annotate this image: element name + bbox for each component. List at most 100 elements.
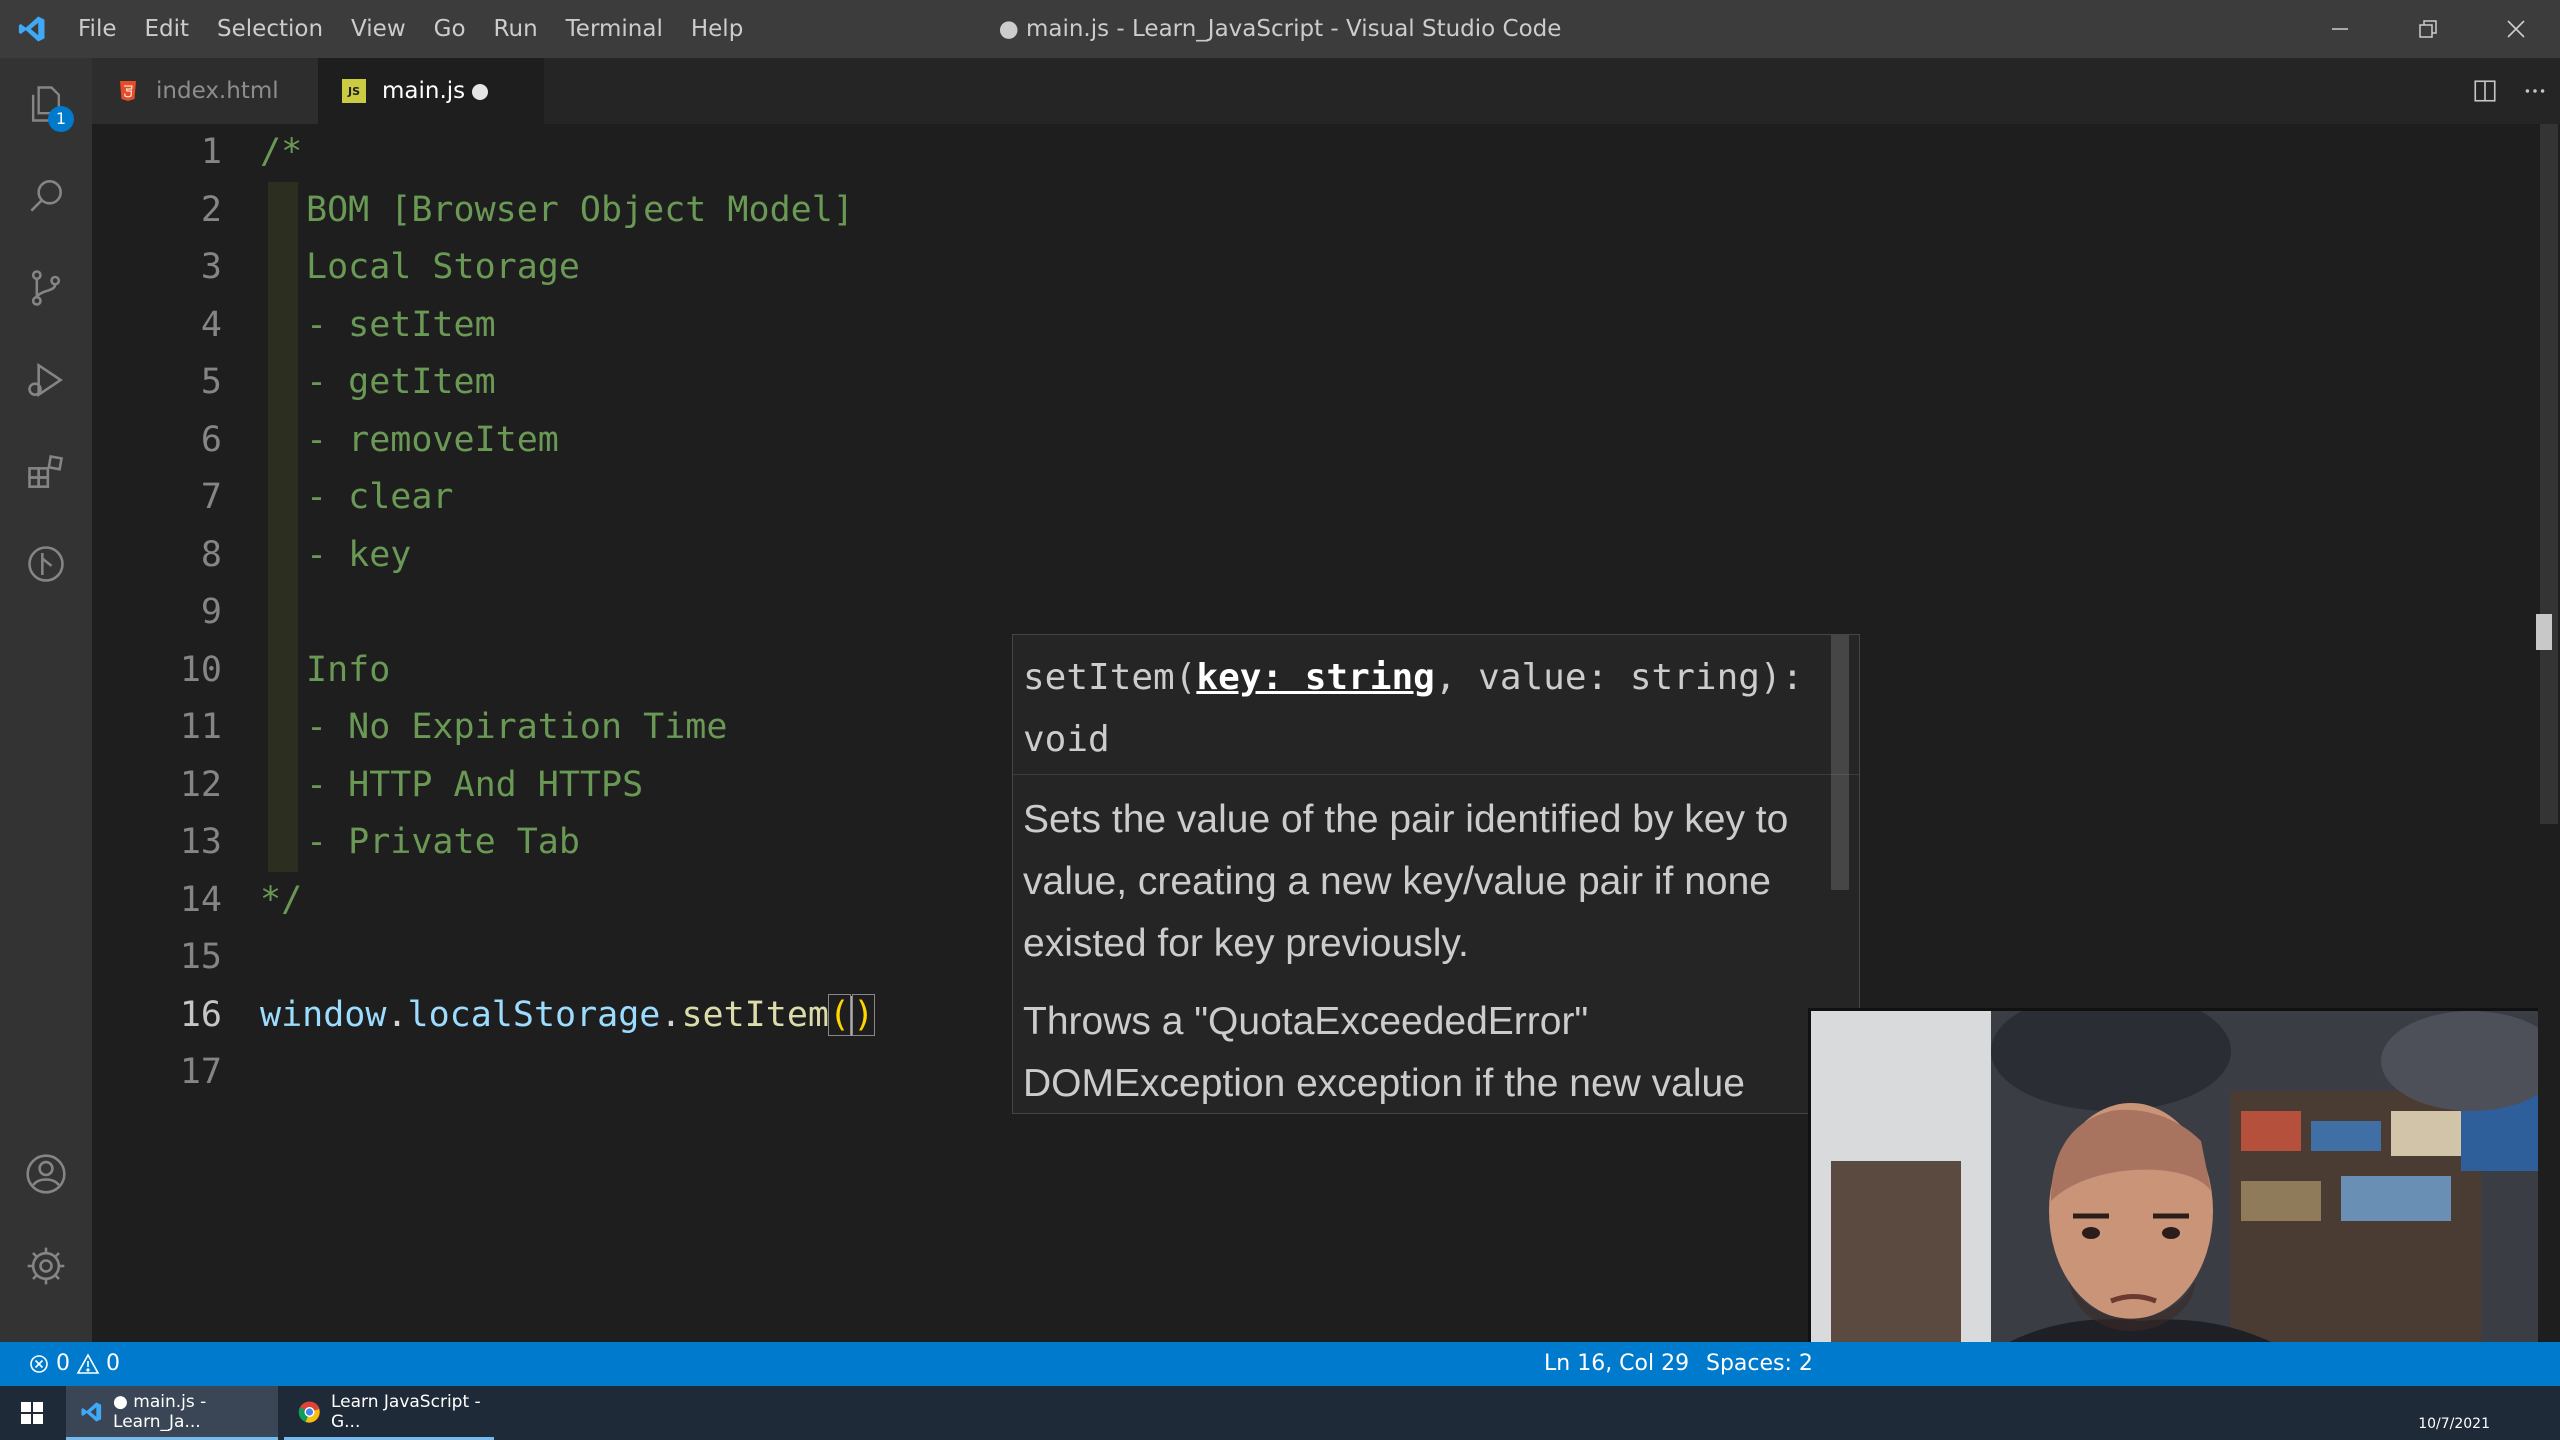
taskbar-label: Learn JavaScript - G... [330,1391,481,1432]
line-number: 8 [200,534,222,575]
menu-edit[interactable]: Edit [131,0,204,58]
code-line: - clear [306,477,454,517]
menu-selection[interactable]: Selection [203,0,337,58]
close-icon [2507,20,2525,38]
menu-file[interactable]: File [64,0,131,58]
code-line: - No Expiration Time [306,707,728,747]
run-debug-icon[interactable] [0,334,92,426]
split-editor-icon[interactable] [2460,58,2510,124]
tab-label: main.js [382,78,466,104]
line-number: 12 [179,764,222,805]
taskbar-date: 10/7/2021 [2418,1416,2490,1432]
restore-icon [2419,20,2437,38]
doc-paragraph: Throws a "QuotaExceededError" DOMExcepti… [1023,1000,1745,1105]
token-window: window [260,994,387,1035]
editor-tab-bar: index.html JS main.js [92,58,2560,124]
menu-go[interactable]: Go [420,0,480,58]
menu-terminal[interactable]: Terminal [552,0,677,58]
line-number-gutter: 1 2 3 4 5 6 7 8 9 10 11 12 13 14 15 16 1… [92,124,242,1342]
parameter-hint-popup: setItem(key: string, value: string): voi… [1012,634,1860,1114]
line-number: 9 [200,592,222,632]
search-icon[interactable] [0,150,92,242]
tab-main-js[interactable]: JS main.js [318,58,544,124]
line-number: 14 [179,879,222,920]
minimize-button[interactable] [2296,0,2384,58]
scrollbar-thumb[interactable] [2540,124,2558,824]
indent-guide [268,181,298,872]
taskbar-chrome[interactable]: Learn JavaScript - G... [284,1386,494,1440]
settings-gear-icon[interactable] [0,1220,92,1312]
signature-documentation: Sets the value of the pair identified by… [1013,775,1859,1113]
line-number: 15 [179,937,222,977]
code-line: - key [306,534,412,575]
warning-count: 0 [106,1351,120,1376]
line-number: 11 [179,707,222,747]
cursor-position-marker [2536,614,2552,650]
vscode-taskbar-icon [81,1401,102,1422]
line-number: 4 [200,304,222,345]
tab-index-html[interactable]: index.html [92,58,318,124]
explorer-icon[interactable]: 1 [0,58,92,150]
signature-name: setItem( [1023,657,1197,698]
close-window-button[interactable] [2472,0,2560,58]
title-bar: File Edit Selection View Go Run Terminal… [0,0,2560,58]
indentation-setting[interactable]: Spaces: 2 [1706,1342,1813,1386]
status-bar: 0 0 Ln 16, Col 29 Spaces: 2 [0,1342,2560,1386]
cursor-position[interactable]: Ln 16, Col 29 [1544,1342,1689,1386]
line-number-current: 16 [179,994,222,1035]
explorer-badge: 1 [48,106,74,132]
code-line: Local Storage [306,247,580,287]
window-controls [2296,0,2560,58]
signature-active-param: key: string [1196,657,1435,698]
code-line: - getItem [306,362,496,402]
line-number: 5 [200,362,222,402]
doc-paragraph: Sets the value of the pair identified by… [1023,798,1789,965]
menu-help[interactable]: Help [677,0,757,58]
line-number: 1 [200,132,222,172]
problems-indicator[interactable]: 0 0 [28,1342,120,1386]
taskbar-label: ● main.js - Learn_Ja... [113,1391,207,1432]
menu-bar: File Edit Selection View Go Run Terminal… [64,0,757,58]
extensions-icon[interactable] [0,426,92,518]
menu-view[interactable]: View [337,0,420,58]
more-actions-icon[interactable] [2510,58,2560,124]
html5-icon [116,79,140,103]
token-open-paren: ( [827,993,852,1036]
code-line-current: window.localStorage.setItem() [260,993,876,1036]
windows-start-icon[interactable] [0,1386,64,1440]
popup-scrollbar[interactable] [1831,635,1849,890]
code-line: BOM [Browser Object Model] [306,189,854,230]
error-icon [30,1355,48,1373]
taskbar-vscode[interactable]: ● main.js - Learn_Ja... [66,1386,278,1440]
error-count: 0 [56,1351,70,1376]
token-setitem: setItem [681,994,829,1035]
menu-run[interactable]: Run [480,0,552,58]
line-number: 7 [200,477,222,517]
token-close-paren: ) [852,993,876,1036]
activity-bar: 1 [0,58,92,1342]
code-line: */ [260,879,303,920]
chrome-icon [298,1400,321,1423]
source-control-icon[interactable] [0,242,92,334]
unsaved-dot-icon[interactable] [472,84,488,100]
code-line: /* [260,132,303,172]
vscode-logo-icon [0,0,64,58]
accounts-icon[interactable] [0,1128,92,1220]
restore-button[interactable] [2384,0,2472,58]
line-number: 13 [179,822,222,862]
token-localstorage: localStorage [407,994,661,1035]
windows-taskbar: ● main.js - Learn_Ja... Learn JavaScript… [0,1386,2560,1440]
timeline-icon[interactable] [0,518,92,610]
code-line: Info [306,649,391,690]
line-number: 2 [200,189,222,230]
minimize-icon [2332,28,2348,30]
signature-help: setItem(key: string, value: string): voi… [1013,635,1859,775]
code-line: - setItem [306,304,496,345]
line-number: 3 [200,247,222,287]
line-number: 6 [200,419,222,460]
line-number: 17 [179,1052,222,1092]
line-number: 10 [179,649,222,690]
tab-label: index.html [156,78,279,104]
code-line: - removeItem [306,419,559,460]
editor-actions [2460,58,2560,124]
